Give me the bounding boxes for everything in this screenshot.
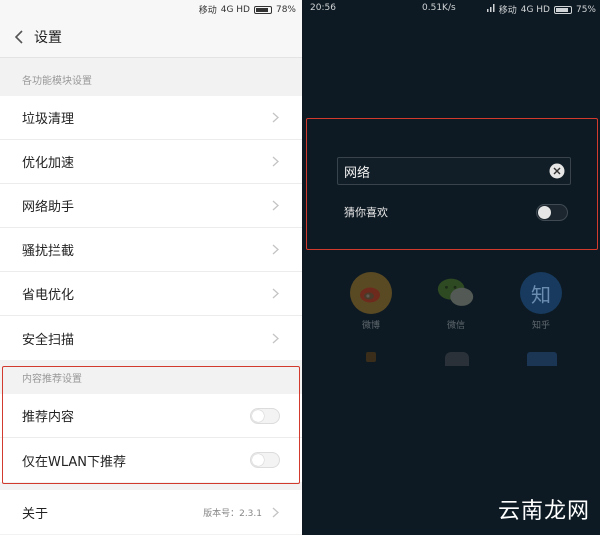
wechat-icon <box>435 272 477 314</box>
status-bar: 移动 4G HD 78% <box>0 0 302 17</box>
settings-item-label: 关于 <box>22 506 49 522</box>
module-settings-list: 垃圾清理 优化加速 网络助手 骚扰拦截 省电优化 安全扫描 <box>0 96 302 360</box>
guess-you-like-toggle[interactable] <box>536 204 568 221</box>
network-text: 4G HD <box>220 4 250 15</box>
partial-app-icon <box>527 352 557 366</box>
settings-item-harassment-block[interactable]: 骚扰拦截 <box>0 228 302 272</box>
zhihu-icon: 知 <box>520 272 562 314</box>
app-zhihu[interactable]: 知 知乎 <box>516 272 566 331</box>
app-label: 微博 <box>361 321 380 331</box>
search-input-value: 网络 <box>344 165 371 181</box>
settings-item-about[interactable]: 关于 版本号：2.3.1 <box>0 490 302 534</box>
battery-text: 78% <box>275 4 296 15</box>
settings-item-label: 优化加速 <box>22 156 75 171</box>
settings-item-speed-up[interactable]: 优化加速 <box>0 140 302 184</box>
clear-icon[interactable] <box>549 163 565 179</box>
settings-item-label: 省电优化 <box>22 288 75 303</box>
battery-icon <box>553 5 572 14</box>
search-screen: 20:56 0.51K/s 移动 4G HD 75% 网络 猜你喜欢 微博 微信 <box>304 0 600 535</box>
highlight-box <box>2 366 300 484</box>
battery-icon <box>253 5 272 14</box>
settings-screen: 移动 4G HD 78% 设置 各功能模块设置 垃圾清理 优化加速 网络助手 骚… <box>0 0 302 535</box>
chevron-right-icon <box>270 506 280 518</box>
back-arrow-icon[interactable] <box>4 17 34 57</box>
settings-item-label: 垃圾清理 <box>22 112 75 127</box>
search-input[interactable]: 网络 <box>337 157 571 185</box>
carrier-text: 移动 <box>198 6 217 16</box>
chevron-right-icon <box>270 112 280 124</box>
app-label: 知乎 <box>531 321 550 331</box>
battery-text: 75% <box>575 4 596 15</box>
status-bar: 20:56 0.51K/s 移动 4G HD 75% <box>304 0 600 17</box>
app-label: 微信 <box>446 321 465 331</box>
chevron-right-icon <box>270 332 280 344</box>
settings-item-junk-cleanup[interactable]: 垃圾清理 <box>0 96 302 140</box>
zhihu-glyph: 知 <box>531 282 551 307</box>
title-bar: 设置 <box>0 17 302 58</box>
settings-item-power-saving[interactable]: 省电优化 <box>0 272 302 316</box>
settings-item-label: 安全扫描 <box>22 332 75 348</box>
clock-text: 20:56 <box>310 3 336 13</box>
chevron-right-icon <box>270 200 280 212</box>
app-wechat[interactable]: 微信 <box>431 272 481 331</box>
partial-app-icon <box>366 352 376 362</box>
section-label-modules: 各功能模块设置 <box>22 76 92 87</box>
chevron-right-icon <box>270 156 280 168</box>
carrier-text: 移动 <box>498 6 517 16</box>
guess-you-like-label: 猜你喜欢 <box>344 206 388 219</box>
chevron-right-icon <box>270 244 280 256</box>
about-list: 关于 版本号：2.3.1 <box>0 490 302 534</box>
settings-item-network-assistant[interactable]: 网络助手 <box>0 184 302 228</box>
signal-icon <box>486 4 495 15</box>
version-text: 版本号：2.3.1 <box>203 508 262 519</box>
settings-item-label: 网络助手 <box>22 200 75 215</box>
chevron-right-icon <box>270 288 280 300</box>
page-title: 设置 <box>34 30 62 46</box>
network-text: 4G HD <box>520 4 550 15</box>
app-weibo[interactable]: 微博 <box>346 272 396 331</box>
net-speed-text: 0.51K/s <box>422 3 456 13</box>
partial-app-icon <box>445 352 469 366</box>
weibo-icon <box>350 272 392 314</box>
settings-item-label: 骚扰拦截 <box>22 244 75 259</box>
watermark-logo: 云南龙网 <box>497 499 590 524</box>
settings-item-security-scan[interactable]: 安全扫描 <box>0 316 302 360</box>
